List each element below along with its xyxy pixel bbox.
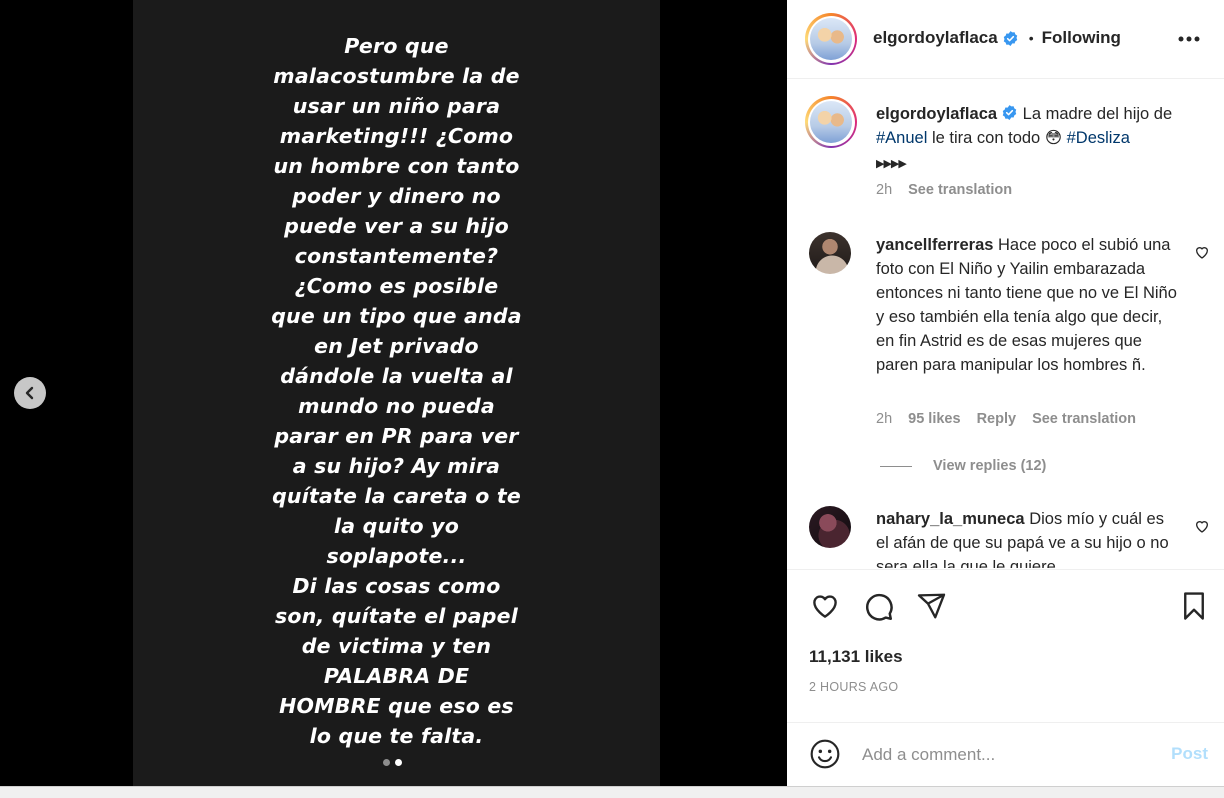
more-horizontal-icon[interactable] [1178,36,1200,42]
window-bottom-edge [0,786,1224,798]
comment-time: 2h [876,411,893,427]
like-icon[interactable] [809,591,841,621]
caption-see-translation[interactable]: See translation [908,182,1012,198]
comment-avatar[interactable] [809,506,851,548]
caption-meta: 2h See translation [876,182,1012,198]
post-sidebar: elgordoylaflaca • Following elgordoylafl… [787,0,1224,786]
caption-username[interactable]: elgordoylaflaca [876,105,997,123]
chevron-left-icon [25,386,34,400]
carousel-indicator [383,759,402,766]
caption-time: 2h [876,182,893,198]
caption-body: le tira con todo [931,129,1041,147]
flushed-emoji: 😳 [1044,129,1063,147]
verified-badge-icon [1002,105,1017,120]
share-icon[interactable] [916,591,947,621]
comment-see-translation[interactable]: See translation [1032,411,1136,427]
caption-avatar[interactable] [805,96,857,148]
add-comment-bar: Post [787,722,1224,786]
caption-body: La madre del hijo de [1022,105,1173,123]
save-icon[interactable] [1181,591,1207,621]
post-timestamp: 2 HOURS AGO [809,680,899,694]
comment-icon[interactable] [863,591,894,622]
carousel-dot-active [395,759,402,766]
comment-likes[interactable]: 95 likes [908,411,960,427]
comment-text: yancellferreras Hace poco el subió una f… [876,233,1181,377]
caption-text: elgordoylaflaca La madre del hijo de #An… [876,102,1206,176]
story-image: Pero que malacostumbre la de usar un niñ… [133,0,660,786]
comment-reply-button[interactable]: Reply [977,411,1017,427]
comment-avatar[interactable] [809,232,851,274]
like-count[interactable]: 11,131 likes [809,647,903,667]
view-replies-button[interactable]: View replies (12) [933,458,1046,474]
comment-meta: 2h 95 likes Reply See translation [876,411,1136,427]
header-separator: • [1028,30,1034,46]
view-replies-label[interactable]: View replies (12) [933,458,1046,474]
comment-username[interactable]: nahary_la_muneca [876,510,1025,528]
following-button[interactable]: Following [1042,28,1121,48]
hashtag-desliza[interactable]: #Desliza [1067,129,1130,147]
comments-section: elgordoylaflaca La madre del hijo de #An… [787,80,1224,568]
header-username[interactable]: elgordoylaflaca [873,28,998,48]
add-comment-input[interactable] [862,743,1152,767]
like-comment-icon[interactable] [1194,244,1210,260]
comment-body: Hace poco el subió una foto con El Niño … [876,236,1177,374]
post-header: elgordoylaflaca • Following [787,0,1224,79]
post-actions: 11,131 likes 2 HOURS AGO [787,569,1224,709]
story-text: Pero que malacostumbre la de usar un niñ… [271,34,522,748]
carousel-dot [383,759,390,766]
header-avatar[interactable] [805,13,857,65]
previous-slide-button[interactable] [14,377,46,409]
hashtag-anuel[interactable]: #Anuel [876,129,927,147]
post-media: Pero que malacostumbre la de usar un niñ… [0,0,787,786]
emoji-icon[interactable] [809,738,841,770]
view-replies-line [880,466,912,467]
post-comment-button[interactable]: Post [1171,744,1208,764]
caption-arrows: ▶▶▶▶ [876,158,907,170]
comment-username[interactable]: yancellferreras [876,236,993,254]
verified-badge-icon [1003,30,1017,46]
like-comment-icon[interactable] [1194,518,1210,534]
comment-text: nahary_la_muneca Dios mío y cuál es el a… [876,507,1181,568]
